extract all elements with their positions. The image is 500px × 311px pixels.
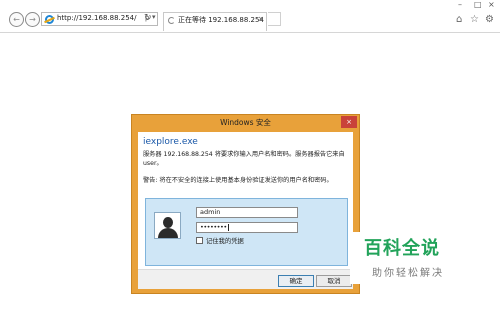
warning-message: 警告: 将在不安全的连接上使用基本身份验证发送你的用户名和密码。 — [143, 177, 333, 184]
dialog-body: iexplore.exe 服务器 192.168.88.254 将要求你输入用户… — [138, 132, 353, 289]
watermark-title: 百科全说 — [364, 238, 440, 259]
dialog-footer: 确定 取消 — [138, 269, 353, 289]
cancel-button[interactable]: 取消 — [316, 275, 352, 287]
remember-credentials-label[interactable]: 记住我的凭据 — [206, 236, 244, 245]
back-button[interactable]: ← — [9, 12, 24, 27]
remember-credentials-checkbox[interactable] — [196, 237, 203, 244]
windows-security-dialog: Windows 安全 × iexplore.exe 服务器 192.168.88… — [131, 114, 360, 294]
ok-button[interactable]: 确定 — [278, 275, 314, 287]
avatar-body — [158, 228, 178, 238]
forward-button[interactable]: → — [25, 12, 40, 27]
gear-icon[interactable]: ⚙ — [485, 14, 494, 25]
password-field[interactable]: •••••••• — [196, 222, 298, 233]
watermark-subtitle: 助你轻松解决 — [372, 268, 444, 279]
tab-close-icon[interactable]: × — [258, 15, 264, 23]
avatar-head — [163, 217, 173, 228]
ie-logo-icon — [45, 15, 54, 24]
dialog-title: Windows 安全 — [220, 118, 271, 127]
app-name: iexplore.exe — [143, 137, 198, 147]
loading-spinner-icon — [168, 17, 175, 24]
credential-panel: admin •••••••• 记住我的凭据 — [145, 198, 348, 266]
maximize-button[interactable]: □ — [474, 0, 482, 9]
tab-title: 正在等待 192.168.88.254 — [178, 16, 264, 24]
username-field[interactable]: admin — [196, 207, 298, 218]
minimize-button[interactable]: – — [458, 0, 462, 9]
browser-toolbar: ← → http://192.168.88.254/ ρ ▾ ↻ 正在等待 19… — [0, 0, 500, 33]
chevron-down-icon[interactable]: ▾ — [152, 13, 156, 21]
password-mask: •••••••• — [200, 223, 227, 231]
watermark-logo: 百科全说 助你轻松解决 — [350, 232, 470, 284]
tab-current[interactable]: 正在等待 192.168.88.254 × — [163, 12, 267, 31]
home-icon[interactable]: ⌂ — [456, 14, 462, 25]
server-message: 服务器 192.168.88.254 将要求你输入用户名和密码。服务器报告它来自… — [143, 151, 345, 167]
new-tab-button[interactable] — [268, 12, 281, 26]
address-url[interactable]: http://192.168.88.254/ — [57, 14, 136, 22]
forward-arrow-icon: → — [29, 15, 36, 24]
address-bar[interactable]: http://192.168.88.254/ ρ ▾ — [41, 12, 158, 26]
user-avatar-icon — [154, 212, 181, 239]
back-arrow-icon: ← — [13, 15, 20, 24]
favorites-star-icon[interactable]: ☆ — [470, 14, 479, 25]
text-caret — [227, 223, 229, 231]
refresh-icon[interactable]: ↻ — [144, 13, 152, 23]
dialog-close-button[interactable]: × — [341, 116, 357, 128]
window-close-button[interactable]: × — [488, 0, 495, 9]
